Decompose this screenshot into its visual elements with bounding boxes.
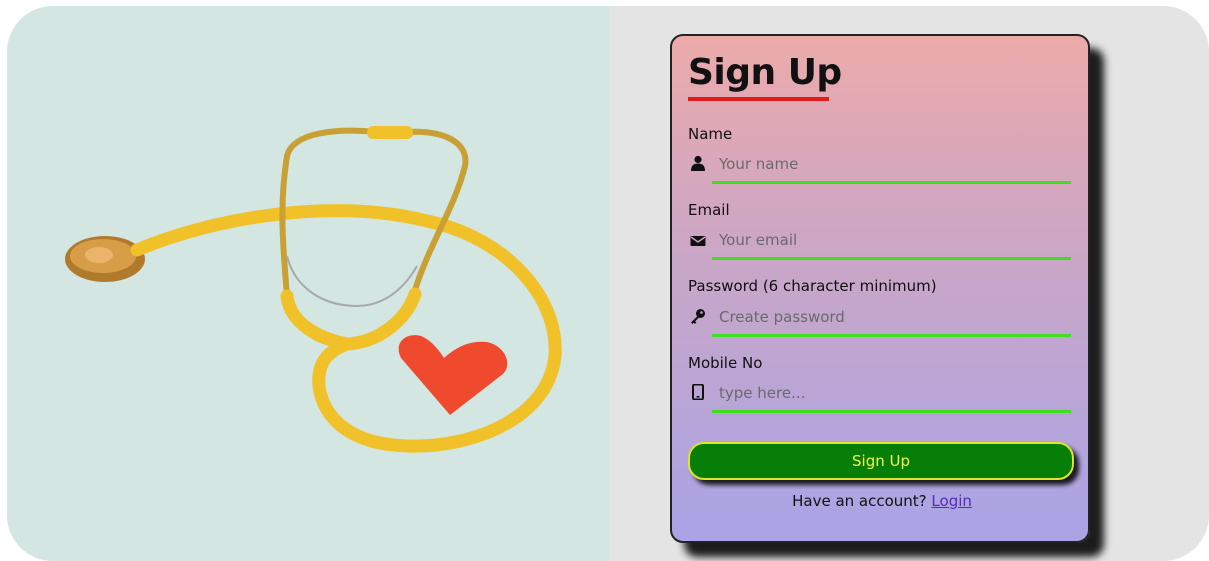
email-label: Email [688, 201, 730, 219]
password-underline [712, 334, 1071, 337]
stethoscope-illustration [65, 126, 562, 453]
password-label: Password (6 character minimum) [688, 277, 937, 295]
name-label: Name [688, 125, 733, 143]
email-field[interactable] [712, 227, 1072, 253]
earpieces [367, 126, 413, 139]
email-underline [712, 257, 1071, 260]
name-field[interactable] [712, 151, 1072, 177]
stethoscope-heart-image [7, 6, 609, 561]
title-underline [688, 97, 829, 101]
mobile-field[interactable] [712, 380, 1072, 406]
envelope-icon [690, 233, 706, 249]
login-row: Have an account? Login [672, 492, 1092, 510]
paper-heart [398, 335, 508, 415]
page-title: Sign Up [688, 52, 842, 93]
signup-button[interactable]: Sign Up [688, 442, 1074, 480]
signup-card: Sign Up Name Email Password (6 character… [670, 34, 1090, 543]
mobile-underline [712, 410, 1071, 413]
login-prompt: Have an account? [792, 492, 927, 510]
password-field[interactable] [712, 304, 1072, 330]
key-icon [690, 308, 706, 324]
mobile-phone-icon [690, 383, 706, 401]
user-icon [690, 155, 706, 171]
mobile-label: Mobile No [688, 354, 763, 372]
login-link[interactable]: Login [931, 492, 971, 510]
name-underline [712, 181, 1071, 184]
